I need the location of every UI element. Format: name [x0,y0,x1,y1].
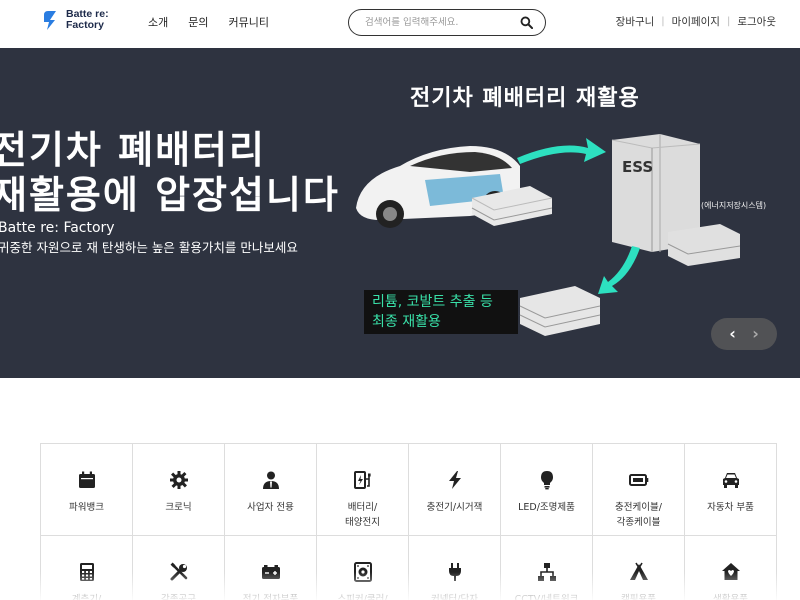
category-label: 충전기/시거잭 [426,502,483,513]
category-connector[interactable]: 커넥터/단자 [409,536,501,600]
category-grid: 파워뱅크 크로닉 사업자 전용 배터리/ 태양전지 충전기/시거잭 LED/조명… [40,443,777,600]
arrow-to-ess-icon [517,138,606,164]
plug-icon [448,563,461,581]
util-menu: 장바구니 | 마이페이지 | 로그아웃 [616,14,776,29]
category-label: 크로닉 [165,502,192,513]
slider-next-button[interactable]: › [752,326,759,342]
category-label: 전기,전자부품 [242,594,299,600]
slider-controls: ‹ › [711,318,777,350]
banner-headline-line2: 재활용에 압장섭니다 [0,173,340,217]
recycle-caption: 리튬, 코발트 추출 등 최종 재활용 [364,290,518,334]
calendar-icon [78,471,95,488]
search-input[interactable] [365,17,515,28]
house-icon [721,563,740,580]
category-label: 사업자 전용 [247,502,294,513]
main-nav: 소개 문의 커뮤니티 [148,14,269,30]
divider: | [726,16,731,27]
tools-icon [170,562,187,581]
gear-icon [169,471,188,489]
cart-link[interactable]: 장바구니 [616,14,655,29]
network-icon [537,563,556,581]
category-battery-solar[interactable]: 배터리/ 태양전지 [317,444,409,536]
category-auto-parts[interactable]: 자동차 부품 [685,444,777,536]
car-icon [722,473,739,488]
category-camping[interactable]: 캠핑용품 [593,536,685,600]
category-label: 자동차 부품 [707,502,754,513]
category-label: 배터리/ 태양전지 [345,502,380,528]
lightning-icon [448,471,461,489]
category-business[interactable]: 사업자 전용 [225,444,317,536]
category-speaker[interactable]: 스피커/쿨러/ 부품 [317,536,409,600]
user-tie-icon [262,471,279,489]
logo-text: Batte re: Factory [66,9,109,31]
category-cronic[interactable]: 크로닉 [133,444,225,536]
mypage-link[interactable]: 마이페이지 [672,14,720,29]
category-cctv-network[interactable]: CCTV/네트워크 [501,536,593,600]
category-measuring[interactable]: 계측기/ 테스터기 [41,536,133,600]
logo-line2: Factory [66,19,104,31]
battery-full-icon [628,474,648,486]
banner-headline-line1: 전기차 폐배터리 [0,128,266,172]
hero-banner: 전기차 폐배터리 재활용에 압장섭니다 Batte re: Factory 귀중… [0,48,800,378]
category-label: 생활용품 [713,594,748,600]
category-label: LED/조명제품 [518,502,575,513]
category-household[interactable]: 생활용품 [685,536,777,600]
tent-icon [629,562,648,580]
category-label: 커넥터/단자 [431,594,478,600]
battery-module-image [519,286,601,336]
search-icon[interactable] [520,16,533,29]
category-label: 캠핑용품 [621,594,656,600]
car-battery-icon [261,565,280,579]
ess-label: ESS [622,158,654,176]
nav-item-inquiry[interactable]: 문의 [188,14,208,30]
lightbulb-icon [540,471,553,490]
diagram-title: 전기차 폐배터리 재활용 [410,86,640,111]
category-label: 파워뱅크 [69,502,104,513]
slider-prev-button[interactable]: ‹ [729,326,736,342]
banner-subtitle: 귀중한 자원으로 재 탄생하는 높은 활용가치를 만나보세요 [0,240,298,255]
category-electronic-parts[interactable]: 전기,전자부품 [225,536,317,600]
category-label: 각종공구 [161,594,196,600]
category-led[interactable]: LED/조명제품 [501,444,593,536]
nav-item-community[interactable]: 커뮤니티 [229,14,269,30]
banner-brand: Batte re: Factory [0,220,115,236]
nav-item-about[interactable]: 소개 [148,14,168,30]
category-tools[interactable]: 각종공구 [133,536,225,600]
category-cable[interactable]: 충전케이블/ 각종케이블 [593,444,685,536]
category-label: CCTV/네트워크 [514,594,579,600]
logo[interactable]: Batte re: Factory [42,9,109,31]
category-power-bank[interactable]: 파워뱅크 [41,444,133,536]
arrow-to-recycle-icon [598,246,640,294]
logo-mark-icon [44,11,56,30]
recycle-line1: 리튬, 코발트 추출 등 [372,294,493,310]
header: Batte re: Factory 소개 문의 커뮤니티 장바구니 | 마이페이… [0,0,800,48]
ess-caption: (에너지저장시스템) [701,201,767,210]
category-label: 스피커/쿨러/ 부품 [337,594,388,600]
speaker-icon [353,562,372,582]
search-box [348,9,546,36]
calculator-icon [79,563,94,581]
category-label: 충전케이블/ 각종케이블 [615,502,662,528]
battery-charge-icon [353,471,371,489]
category-label: 계측기/ 테스터기 [71,594,102,600]
recycle-line2: 최종 재활용 [372,314,441,330]
logout-link[interactable]: 로그아웃 [737,14,776,29]
category-charger[interactable]: 충전기/시거잭 [409,444,501,536]
divider: | [661,16,665,27]
banner-headline: 전기차 폐배터리 재활용에 압장섭니다 [0,128,340,218]
